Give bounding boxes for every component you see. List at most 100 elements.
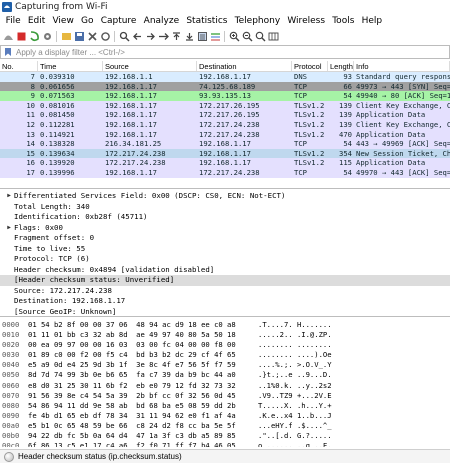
packet-cell-len: 354 — [339, 148, 352, 158]
detail-row[interactable]: Fragment offset: 0 — [0, 233, 450, 244]
hex-bytes: 91 56 39 8e c4 54 5a 39 2b bf cc 0f 32 5… — [28, 390, 236, 400]
column-header-source[interactable]: Source — [103, 61, 197, 71]
hex-row[interactable]: 0030 01 89 c0 00 f2 00 f5 c4 bd b3 b2 dc … — [0, 350, 450, 360]
detail-row[interactable]: Time to live: 55 — [0, 244, 450, 255]
packet-cell-len: 470 — [339, 129, 352, 139]
zoom-out-icon[interactable] — [241, 31, 253, 43]
hex-row[interactable]: 00b0 94 22 db fc 5b 0a 64 d4 47 1a 3f c3 … — [0, 431, 450, 441]
expand-arrow-icon[interactable]: ▶ — [4, 191, 14, 202]
detail-row[interactable]: ▶ Differentiated Services Field: 0x00 (DS… — [0, 191, 450, 202]
detail-row[interactable]: Destination: 192.168.1.17 — [0, 296, 450, 307]
last-packet-icon[interactable] — [183, 31, 195, 43]
save-icon[interactable] — [73, 31, 85, 43]
options-gear-icon[interactable] — [41, 31, 53, 43]
column-header-destination[interactable]: Destination — [197, 61, 292, 71]
menu-edit[interactable]: Edit — [24, 14, 49, 28]
shark-fin-icon[interactable] — [2, 31, 14, 43]
packet-row[interactable]: 7 0.039310 192.168.1.1 192.168.1.17 DNS 93 Sta… — [0, 72, 450, 82]
display-filter-input[interactable] — [14, 46, 434, 58]
detail-row[interactable]: Header checksum: 0x4894 [validation disa… — [0, 265, 450, 276]
hex-row[interactable]: 0090 fe 4b d1 65 eb df 78 34 31 11 94 62 … — [0, 411, 450, 421]
column-header-info[interactable]: Info — [354, 61, 450, 71]
hex-bytes: 54 86 94 11 dd 9e 58 ab bd 68 ba e5 08 5… — [28, 400, 236, 410]
detail-row[interactable]: [Source GeoIP: Unknown] — [0, 307, 450, 317]
menu-go[interactable]: Go — [77, 14, 97, 28]
detail-text: Total Length: 340 — [14, 201, 90, 211]
packet-row[interactable]: 12 0.112281 192.168.1.17 172.217.24.238 TLSv… — [0, 119, 450, 130]
menu-statistics[interactable]: Statistics — [183, 14, 231, 28]
packet-row[interactable]: 14 0.138328 216.34.181.25 192.168.1.17 TCP 54… — [0, 139, 450, 149]
detail-text: Destination: 192.168.1.17 — [14, 296, 126, 305]
packet-row[interactable]: 16 0.139920 172.217.24.238 192.168.1.17 TLSv… — [0, 158, 450, 168]
hex-row[interactable]: 00a0 e5 b1 0c 65 48 59 be 66 c8 24 d2 f8 … — [0, 421, 450, 431]
close-file-icon[interactable] — [86, 31, 98, 43]
stop-icon[interactable] — [15, 31, 27, 43]
hex-offset: 00a0 — [2, 420, 20, 430]
hex-ascii: .T....7. H....... — [258, 320, 332, 329]
packet-cell-info: Client Key Exchange, C — [356, 100, 450, 110]
packet-cell-no: 9 — [30, 91, 35, 101]
menu-analyze[interactable]: Analyze — [140, 14, 183, 28]
forward-arrow-icon[interactable] — [144, 31, 156, 43]
menu-view[interactable]: View — [49, 14, 78, 28]
column-header-no[interactable]: No. — [0, 61, 38, 71]
hex-row[interactable]: 0040 e5 a9 0d e4 25 9d 3b 1f 3e 8c 4f e7 … — [0, 360, 450, 370]
detail-row[interactable]: Identification: 0xb28f (45711) — [0, 212, 450, 223]
hex-row[interactable]: 0070 91 56 39 8e c4 54 5a 39 2b bf cc 0f … — [0, 391, 450, 401]
hex-row[interactable]: 0000 01 54 b2 8f 00 00 37 06 48 94 ac d9 … — [0, 320, 450, 330]
reload-icon[interactable] — [99, 31, 111, 43]
find-icon[interactable] — [118, 31, 130, 43]
column-header-protocol[interactable]: Protocol — [292, 61, 328, 71]
menu-telephony[interactable]: Telephony — [231, 14, 284, 28]
menu-wireless[interactable]: Wireless — [284, 14, 329, 28]
hex-row[interactable]: 0020 00 ea 09 97 00 00 16 03 03 00 fc 04 … — [0, 340, 450, 350]
back-arrow-icon[interactable] — [131, 31, 143, 43]
hex-row[interactable]: 0060 e8 d0 31 25 30 11 6b f2 eb e0 79 12 … — [0, 381, 450, 391]
zoom-reset-icon[interactable] — [254, 31, 266, 43]
packet-cell-time: 0.112281 — [40, 119, 75, 129]
menu-tools[interactable]: Tools — [329, 14, 358, 28]
hex-row[interactable]: 0080 54 86 94 11 dd 9e 58 ab bd 68 ba e5 … — [0, 401, 450, 411]
restart-icon[interactable] — [28, 31, 40, 43]
toolbar-divider — [56, 31, 57, 42]
detail-row[interactable]: [Header checksum status: Unverified] — [0, 275, 450, 286]
packet-cell-dst: 172.217.24.238 — [199, 129, 260, 139]
column-header-length[interactable]: Length — [328, 61, 354, 71]
detail-row[interactable]: Total Length: 340 — [0, 202, 450, 213]
bookmark-icon[interactable] — [2, 46, 14, 58]
hex-ascii: ..1%0.k. ..y..2s2 — [258, 380, 332, 390]
detail-row[interactable]: ▶ Flags: 0x00 — [0, 223, 450, 234]
packet-cell-proto: DNS — [294, 72, 307, 81]
packet-row[interactable]: 10 0.081016 192.168.1.17 172.217.26.195 TLSv… — [0, 100, 450, 111]
open-file-icon[interactable] — [60, 31, 72, 43]
hex-ascii: ...eHY.f .$....^_ — [258, 420, 332, 430]
expand-arrow-icon[interactable]: ▶ — [4, 223, 14, 234]
autoscroll-icon[interactable] — [196, 31, 208, 43]
hex-row[interactable]: 0050 8d 7d 74 99 3b 0e b6 65 fa c7 39 da … — [0, 370, 450, 380]
zoom-in-icon[interactable] — [228, 31, 240, 43]
hex-row[interactable]: 00c0 6f 86 13 c5 e1 17 c4 a6 f2 f0 71 ff … — [0, 441, 450, 447]
status-bar: Header checksum status (ip.checksum.stat… — [0, 449, 450, 463]
colorize-icon[interactable] — [209, 31, 221, 43]
column-header-time[interactable]: Time — [38, 61, 103, 71]
resize-columns-icon[interactable] — [267, 31, 279, 43]
detail-text: Header checksum: 0x4894 [validation disa… — [14, 264, 215, 274]
first-packet-icon[interactable] — [170, 31, 182, 43]
menu-capture[interactable]: Capture — [97, 14, 140, 28]
menu-help[interactable]: Help — [358, 14, 386, 28]
menu-file[interactable]: File — [2, 14, 24, 28]
packet-row[interactable]: 13 0.114921 192.168.1.17 172.217.24.238 TLSv… — [0, 129, 450, 140]
packet-row[interactable]: 11 0.081450 192.168.1.17 172.217.26.195 TLSv… — [0, 110, 450, 120]
packet-row[interactable]: 8 0.061656 192.168.1.17 74.125.68.189 TCP 66 4… — [0, 81, 450, 92]
hex-row[interactable]: 0010 01 11 01 bb c3 32 ab 8d ae 49 97 40 … — [0, 330, 450, 340]
go-to-packet-icon[interactable] — [157, 31, 169, 43]
expert-info-icon[interactable] — [4, 451, 14, 462]
detail-row[interactable]: Protocol: TCP (6) — [0, 254, 450, 265]
hex-offset: 00b0 — [2, 431, 20, 441]
detail-row[interactable]: Source: 172.217.24.238 — [0, 286, 450, 297]
packet-row[interactable]: 17 0.139996 192.168.1.17 172.217.24.238 TCP 5… — [0, 167, 450, 178]
hex-offset: 00c0 — [2, 441, 20, 447]
detail-text: Source: 172.217.24.238 — [14, 285, 112, 295]
packet-row[interactable]: 9 0.071563 192.168.1.17 93.93.135.13 TCP 54 49… — [0, 91, 450, 101]
packet-row[interactable]: 15 0.139634 172.217.24.238 192.168.1.17 TLSv… — [0, 148, 450, 159]
